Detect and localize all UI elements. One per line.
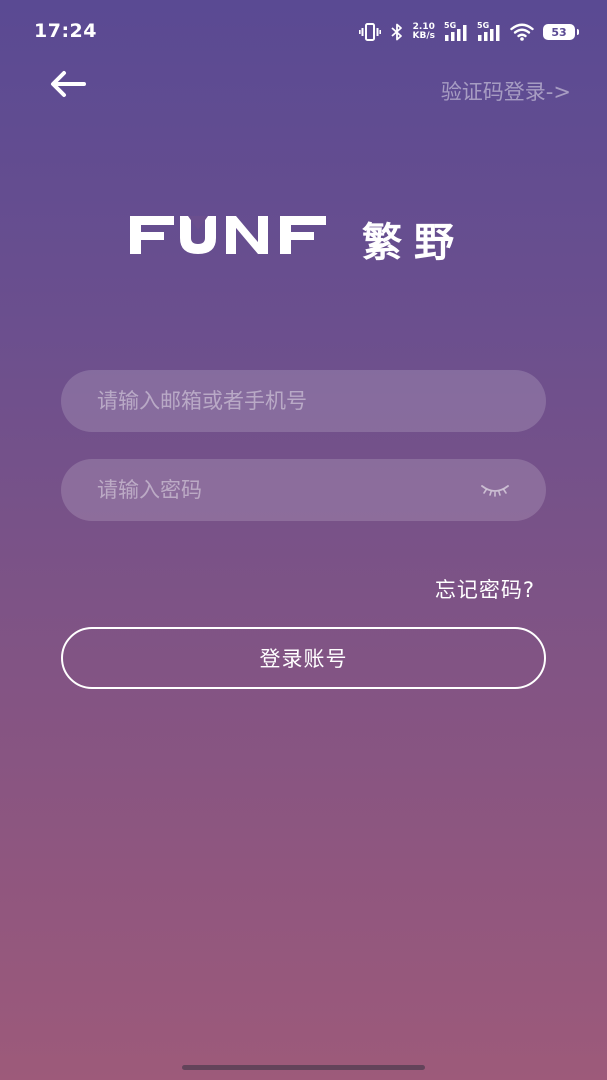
sim1-signal: 5G [444, 22, 468, 42]
battery-icon: 53 [543, 24, 579, 40]
forgot-password-link[interactable]: 忘记密码? [435, 574, 535, 604]
status-icons: 2.10 KB/s 5G 5G 53 [358, 20, 579, 44]
password-input[interactable] [95, 477, 512, 503]
login-button[interactable]: 登录账号 [61, 627, 546, 689]
signal-icon [478, 25, 500, 41]
arrow-left-icon [51, 71, 86, 97]
sim2-signal: 5G [477, 22, 501, 42]
sms-code-login-link[interactable]: 验证码登录-> [441, 76, 571, 106]
home-indicator[interactable] [182, 1065, 425, 1070]
bluetooth-icon [390, 23, 402, 41]
network-speed: 2.10 KB/s [413, 23, 435, 41]
brand-title: 繁野 [362, 219, 466, 266]
account-input[interactable] [95, 388, 512, 414]
signal-icon [445, 25, 467, 41]
network-speed-unit: KB/s [412, 31, 435, 41]
account-field [61, 370, 546, 432]
vibrate-icon [358, 23, 381, 41]
eye-closed-icon[interactable] [480, 482, 510, 498]
status-time: 17:24 [34, 20, 97, 42]
status-bar: 17:24 2.10 KB/s 5G 5G 53 [0, 0, 607, 64]
back-button[interactable] [48, 68, 90, 100]
wifi-icon [510, 23, 534, 41]
password-field [61, 459, 546, 521]
